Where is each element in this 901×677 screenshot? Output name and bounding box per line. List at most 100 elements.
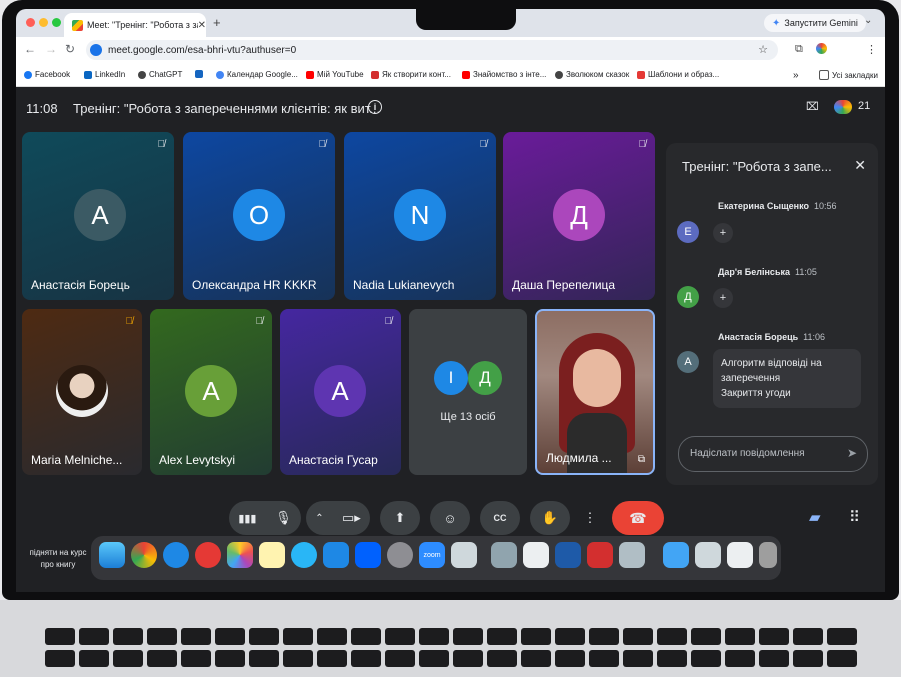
chevron-up-icon[interactable]: ⌃ — [315, 513, 323, 524]
participant-tile[interactable]: N 🎙̸ Nadia Lukianevych — [344, 132, 496, 300]
dropbox-icon[interactable] — [355, 542, 381, 568]
participant-tile[interactable]: A 🎙̸ Анастасія Борець — [22, 132, 174, 300]
key — [248, 650, 279, 667]
chrome-icon[interactable] — [131, 542, 157, 568]
emoji-reaction-button[interactable]: ☺ — [430, 501, 470, 535]
chat-panel: Тренінг: "Робота з запе... ✕ Екатерина С… — [666, 143, 878, 485]
bookmark-item[interactable]: Календар Google... — [216, 70, 298, 79]
menu-dots-icon[interactable]: ⋮ — [866, 43, 877, 56]
participant-tile[interactable]: O 🎙̸ Олександра HR KKKR — [183, 132, 335, 300]
profile-avatar-icon[interactable] — [816, 43, 827, 54]
telegram-icon[interactable] — [291, 542, 317, 568]
muted-mic-icon: 🎙̸ — [384, 316, 393, 327]
new-tab-button[interactable]: + — [213, 15, 221, 30]
bookmark-item[interactable]: Як створити конт... — [371, 70, 451, 79]
acrobat-icon[interactable] — [587, 542, 613, 568]
key — [724, 628, 755, 645]
participant-name: Анастасія Борець — [31, 278, 130, 292]
bookmark-item[interactable]: Шаблони и образ... — [637, 70, 719, 79]
app-store-icon[interactable] — [323, 542, 349, 568]
site-info-icon[interactable] — [90, 44, 102, 56]
bookmark-item[interactable]: Мій YouTube — [306, 70, 364, 79]
extensions-icon[interactable]: ⧉ — [795, 43, 803, 56]
trash-icon[interactable] — [759, 542, 777, 568]
raise-hand-button[interactable]: ✋ — [530, 501, 570, 535]
participant-tile[interactable]: A 🎙̸ Анастасія Гусар — [280, 309, 401, 475]
opera-icon[interactable] — [195, 542, 221, 568]
more-participants-tile[interactable]: I Д Ще 13 осіб — [409, 309, 527, 475]
chat-icon[interactable]: ▰ — [809, 508, 821, 526]
video-camera-icon[interactable]: ▭▸ — [342, 510, 361, 526]
notes-icon[interactable] — [259, 542, 285, 568]
bookmark-item[interactable]: LinkedIn — [84, 70, 125, 79]
send-icon[interactable]: ➤ — [847, 446, 857, 460]
close-chat-icon[interactable]: ✕ — [854, 157, 866, 174]
finder-icon[interactable] — [99, 542, 125, 568]
settings-gear-icon[interactable] — [387, 542, 413, 568]
more-participant-avatar: I — [434, 361, 468, 395]
leave-call-button[interactable]: ☎ — [612, 501, 664, 535]
folder-stack-icon[interactable] — [695, 542, 721, 568]
keyboard-row — [0, 628, 901, 647]
zoom-window-button[interactable] — [52, 18, 61, 27]
key — [622, 650, 653, 667]
close-window-button[interactable] — [26, 18, 35, 27]
zoom-icon[interactable]: zoom — [419, 542, 445, 568]
back-arrow-icon[interactable]: ← — [24, 42, 36, 56]
people-icon[interactable] — [834, 100, 852, 114]
more-options-button[interactable]: ⋮ — [578, 501, 602, 535]
info-icon[interactable]: i — [368, 100, 382, 114]
bookmark-item[interactable]: Зволюком сказок — [555, 70, 629, 79]
tab-search-chevron-icon[interactable]: ⌄ — [864, 15, 872, 26]
document-icon[interactable] — [727, 542, 753, 568]
pencil-app-icon[interactable] — [451, 542, 477, 568]
bookmark-item[interactable]: Facebook — [24, 70, 70, 79]
close-tab-icon[interactable]: ✕ — [198, 20, 206, 31]
pip-icon[interactable]: ⧉ — [638, 454, 645, 465]
microphone-icon[interactable]: 🎙 — [275, 510, 292, 526]
add-reaction-button[interactable]: + — [713, 288, 733, 308]
chat-message-input[interactable]: Надіслати повідомлення ➤ — [678, 436, 868, 472]
camera-notch — [416, 9, 516, 30]
url-field[interactable]: meet.google.com/esa-bhri-vtu?authuser=0 … — [86, 40, 778, 60]
key — [452, 650, 483, 667]
present-screen-button[interactable]: ⬆ — [380, 501, 420, 535]
gemini-button[interactable]: ✦ Запустити Gemini — [764, 14, 866, 32]
key — [656, 628, 687, 645]
participant-tile[interactable]: 🎙̸ Maria Melniche... — [22, 309, 142, 475]
self-video-tile[interactable]: Людмила ... ⧉ — [535, 309, 655, 475]
word-icon[interactable] — [555, 542, 581, 568]
folder-icon — [819, 70, 829, 80]
participant-tile[interactable]: Д 🎙̸ Даша Перепелица — [503, 132, 655, 300]
safari-icon[interactable] — [163, 542, 189, 568]
key — [316, 628, 347, 645]
bookmark-star-icon[interactable]: ☆ — [758, 43, 768, 56]
forward-arrow-icon[interactable]: → — [45, 42, 57, 56]
folder-icon[interactable] — [663, 542, 689, 568]
minimize-window-button[interactable] — [39, 18, 48, 27]
apps-grid-icon[interactable]: ⠿ — [849, 508, 860, 526]
laptop-keyboard — [0, 600, 901, 677]
participant-tile[interactable]: A 🎙̸ Alex Levytskyi — [150, 309, 272, 475]
captions-button[interactable]: CC — [480, 501, 520, 535]
microphone-control[interactable]: ▮▮▮ 🎙 — [229, 501, 301, 535]
camera-control[interactable]: ⌃ ▭▸ — [306, 501, 370, 535]
printer-icon[interactable] — [619, 542, 645, 568]
chat-input-placeholder: Надіслати повідомлення — [690, 448, 805, 459]
participant-name: Nadia Lukianevych — [353, 278, 455, 292]
key — [248, 628, 279, 645]
camera-off-icon[interactable]: ⌧ — [806, 100, 819, 113]
preview-icon[interactable] — [491, 542, 517, 568]
reload-icon[interactable]: ↻ — [65, 42, 75, 56]
bookmark-item[interactable]: ChatGPT — [138, 70, 182, 79]
bookmark-item[interactable]: Знайомство з інте... — [462, 70, 546, 79]
add-reaction-button[interactable]: + — [713, 223, 733, 243]
gemini-label: Запустити Gemini — [784, 18, 858, 28]
bookmarks-more-button[interactable]: » — [793, 70, 799, 81]
text-edit-icon[interactable] — [523, 542, 549, 568]
chat-title: Тренінг: "Робота з запе... — [682, 159, 832, 174]
photos-icon[interactable] — [227, 542, 253, 568]
bookmark-item[interactable] — [195, 70, 206, 78]
all-bookmarks-button[interactable]: Усі закладки — [819, 70, 878, 80]
browser-tab[interactable]: Meet: "Тренінг: "Робота з зап ✕ — [64, 13, 206, 37]
